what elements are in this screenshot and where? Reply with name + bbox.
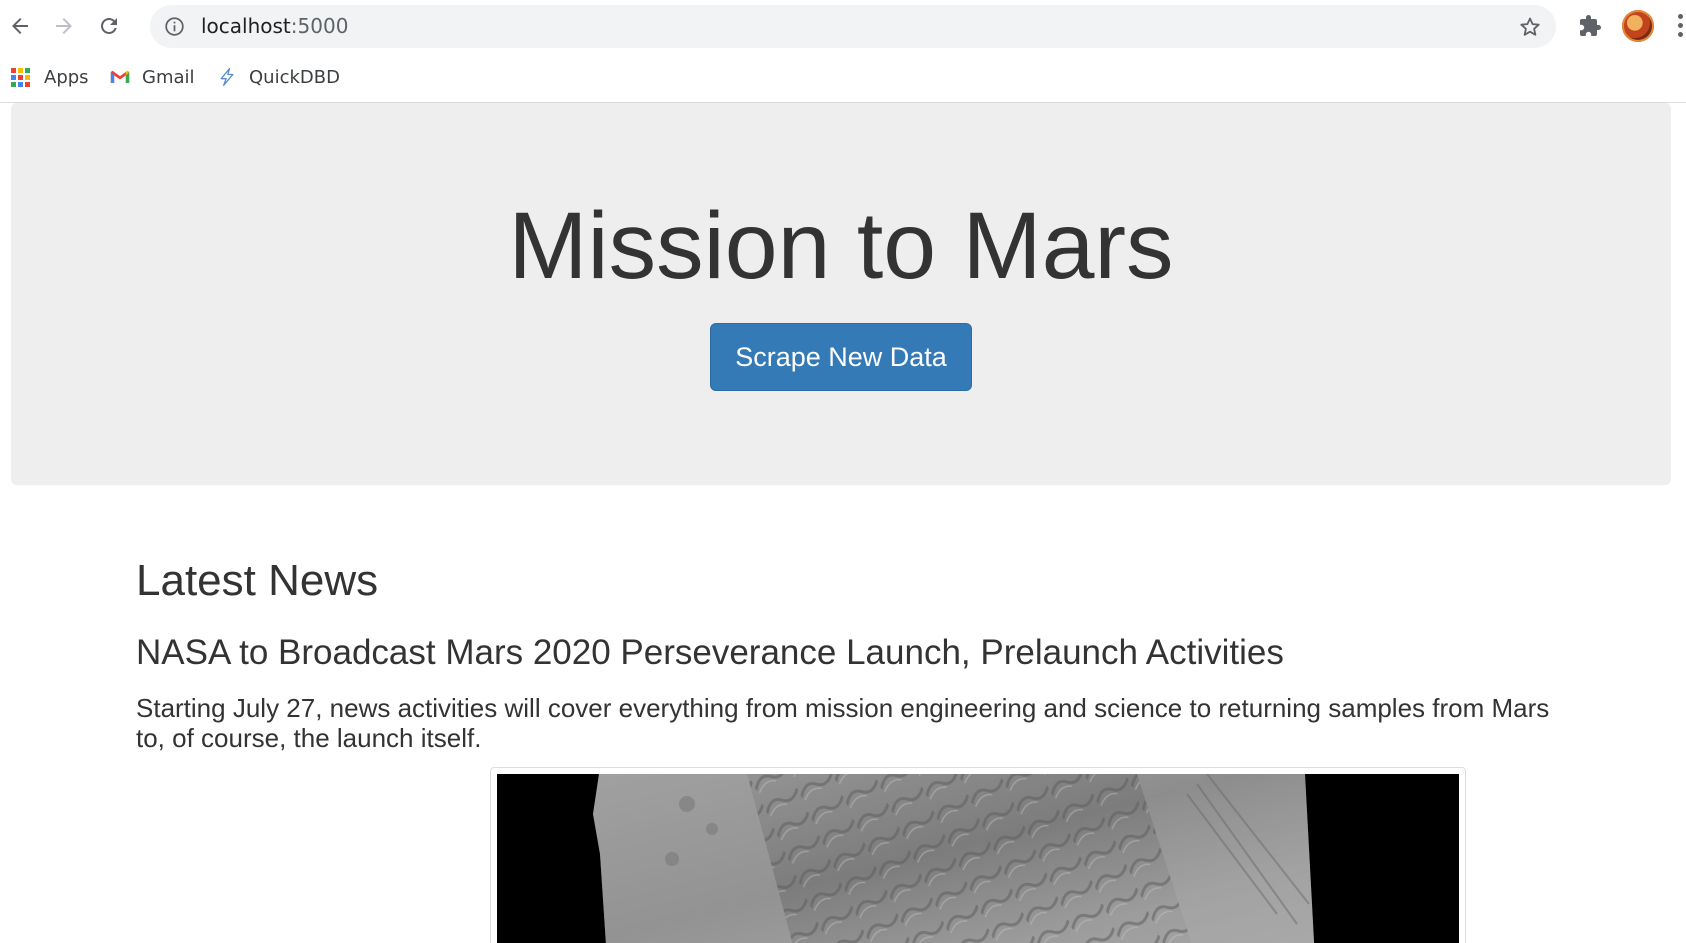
bookmark-label: Apps	[44, 66, 89, 88]
apps-grid-icon	[11, 67, 30, 87]
bookmark-quickdbd[interactable]: QuickDBD	[217, 62, 340, 92]
bookmark-label: QuickDBD	[249, 66, 340, 88]
back-button[interactable]	[2, 8, 38, 44]
mars-dunes-picture	[497, 774, 1459, 943]
bookmark-apps[interactable]: Apps	[11, 62, 89, 92]
browser-toolbar: localhost:5000	[0, 0, 1686, 52]
reload-button[interactable]	[91, 8, 127, 44]
forward-arrow-icon	[56, 18, 72, 34]
bookmark-label: Gmail	[142, 66, 195, 88]
quickdbd-icon	[220, 68, 234, 87]
page-viewport: Mission to Mars Scrape New Data Latest N…	[0, 103, 1686, 943]
news-headline: NASA to Broadcast Mars 2020 Perseverance…	[136, 633, 1284, 672]
bookmark-star-icon[interactable]	[1518, 15, 1542, 39]
profile-avatar[interactable]	[1622, 10, 1654, 42]
bookmarks-bar: Apps Gmail QuickDBD	[0, 52, 1686, 103]
extensions-puzzle-icon[interactable]	[1578, 14, 1602, 38]
page-title: Mission to Mars	[508, 193, 1174, 299]
section-title: Latest News	[136, 556, 379, 605]
bookmark-gmail[interactable]: Gmail	[110, 62, 195, 92]
url-host: localhost	[201, 14, 291, 38]
reload-icon	[100, 17, 117, 34]
scrape-new-data-button[interactable]: Scrape New Data	[710, 323, 972, 391]
url-port: :5000	[290, 14, 349, 38]
back-arrow-icon	[12, 18, 28, 34]
mars-surface-image	[497, 774, 1459, 943]
site-info-icon[interactable]	[164, 16, 185, 37]
browser-menu-icon[interactable]	[1676, 14, 1686, 40]
forward-button[interactable]	[46, 8, 82, 44]
address-bar[interactable]: localhost:5000	[150, 5, 1556, 48]
gmail-icon	[110, 70, 130, 83]
featured-image-thumbnail	[490, 767, 1466, 943]
jumbotron: Mission to Mars Scrape New Data	[11, 103, 1671, 485]
url-text: localhost:5000	[201, 5, 348, 48]
news-teaser: Starting July 27, news activities will c…	[136, 693, 1550, 753]
